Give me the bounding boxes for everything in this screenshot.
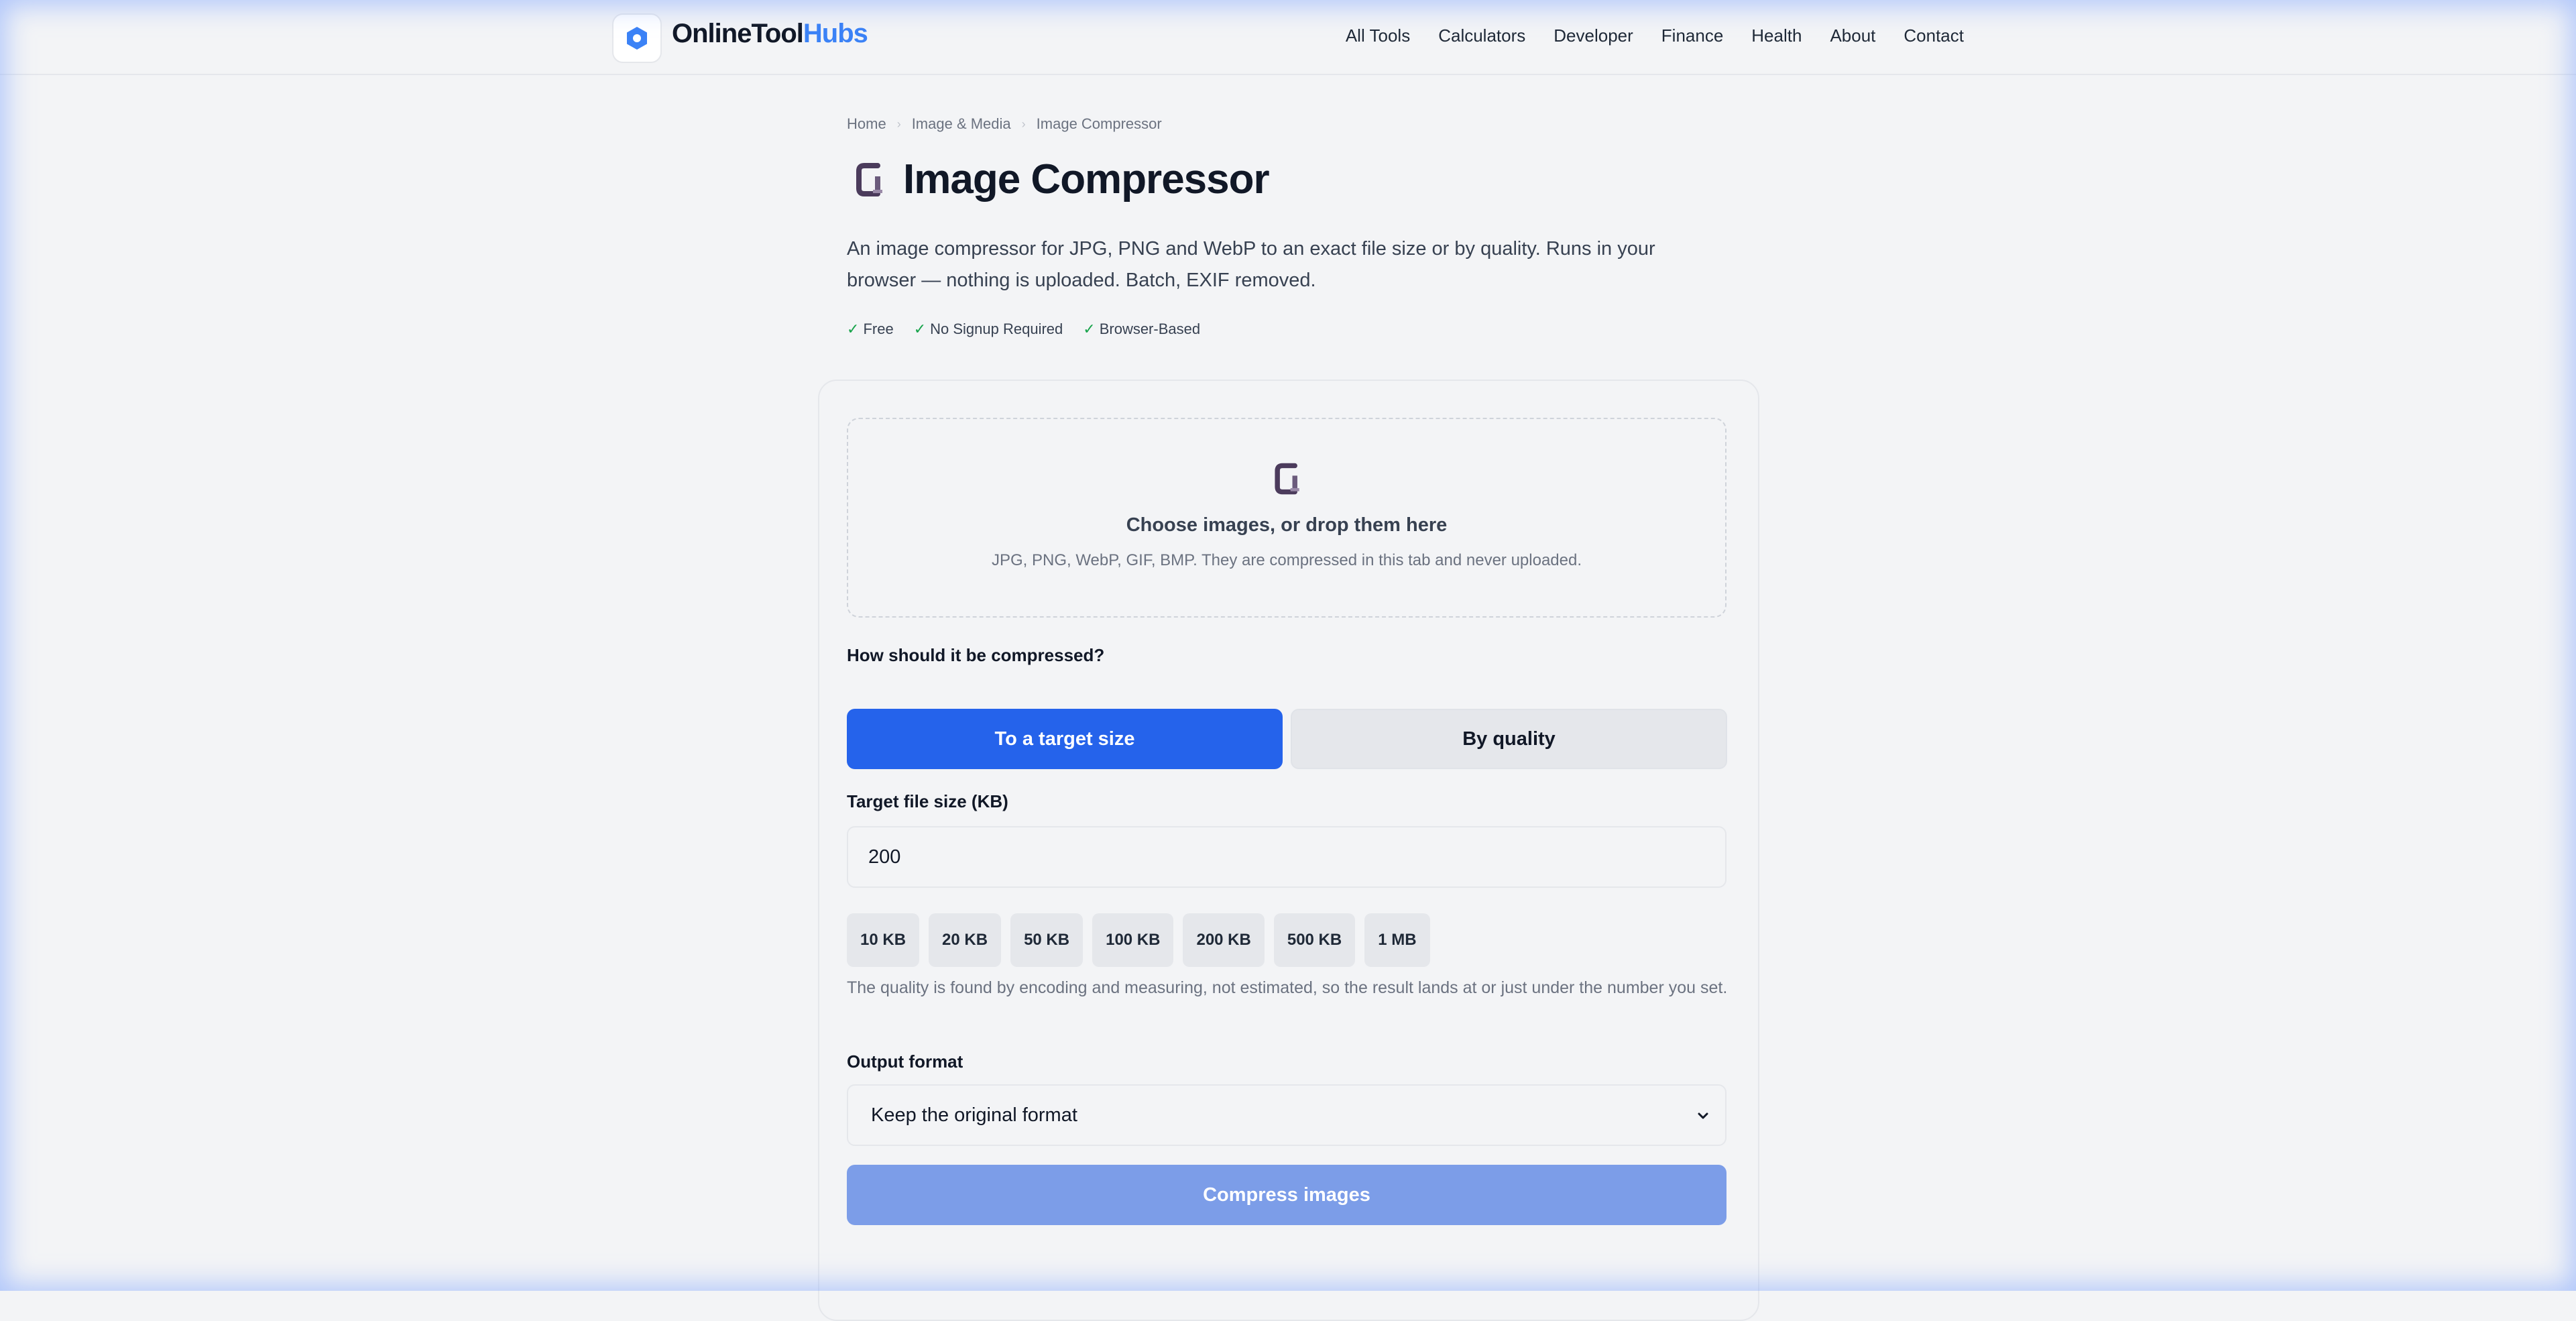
breadcrumb-separator-icon: › [1021,117,1026,131]
page-title-row: Image Compressor [855,156,1270,203]
page-description: An image compressor for JPG, PNG and Web… [847,238,1655,291]
badge-label: Free [863,321,894,337]
target-size-mode-button[interactable]: To a target size [847,709,1283,769]
site-header: OnlineToolHubs All Tools Calculators Dev… [0,0,2576,75]
nav-about[interactable]: About [1830,25,1875,46]
target-size-label: Target file size (KB) [847,791,1008,811]
target-size-hint: The quality is found by encoding and mea… [847,978,1728,997]
breadcrumb: Home › Image & Media › Image Compressor [847,115,1162,133]
nav-finance[interactable]: Finance [1661,25,1724,46]
image-dropzone[interactable]: Choose images, or drop them here JPG, PN… [847,418,1726,618]
badge-free: ✓ Free [847,321,894,338]
output-format-value: Keep the original format [871,1104,1077,1126]
breadcrumb-image-media[interactable]: Image & Media [912,115,1011,133]
breadcrumb-separator-icon: › [896,117,901,131]
compression-mode-label: How should it be compressed? [847,645,1105,665]
badge-label: No Signup Required [930,321,1063,337]
clamp-icon [856,162,882,196]
nav-health[interactable]: Health [1751,25,1802,46]
main-nav: All Tools Calculators Developer Finance … [1346,25,1964,46]
breadcrumb-home[interactable]: Home [847,115,886,133]
feature-badges: ✓ Free ✓ No Signup Required ✓ Browser-Based [847,321,1200,338]
badge-no-signup: ✓ No Signup Required [914,321,1063,338]
nav-developer[interactable]: Developer [1554,25,1633,46]
check-icon: ✓ [913,321,927,337]
preset-10kb-button[interactable]: 10 KB [847,913,920,967]
site-logo[interactable]: OnlineToolHubs [672,19,868,49]
preset-500kb-button[interactable]: 500 KB [1273,913,1356,967]
preset-50kb-button[interactable]: 50 KB [1010,913,1084,967]
preset-200kb-button[interactable]: 200 KB [1183,913,1265,967]
badge-label: Browser-Based [1099,321,1201,337]
check-icon: ✓ [847,321,860,337]
dropzone-subtitle: JPG, PNG, WebP, GIF, BMP. They are compr… [991,551,1582,569]
preset-1mb-button[interactable]: 1 MB [1364,913,1430,967]
logo-icon[interactable] [612,13,662,63]
dropzone-title: Choose images, or drop them here [1126,514,1448,536]
preset-20kb-button[interactable]: 20 KB [929,913,1002,967]
target-size-input[interactable]: 200 [847,826,1726,888]
chevron-down-icon [1698,1112,1708,1119]
check-icon: ✓ [1083,321,1096,337]
size-presets: 10 KB 20 KB 50 KB 100 KB 200 KB 500 KB 1… [847,913,1430,967]
logo-text-main: OnlineTool [672,19,804,48]
nav-calculators[interactable]: Calculators [1438,25,1525,46]
nav-contact[interactable]: Contact [1904,25,1964,46]
output-format-select[interactable]: Keep the original format [847,1084,1726,1146]
quality-mode-button[interactable]: By quality [1291,709,1727,769]
page-title: Image Compressor [903,156,1270,203]
clamp-icon [1275,463,1299,495]
compress-images-button[interactable]: Compress images [847,1165,1726,1225]
logo-text-accent: Hubs [803,19,868,48]
output-format-label: Output format [847,1051,963,1072]
breadcrumb-current: Image Compressor [1036,115,1162,132]
preset-100kb-button[interactable]: 100 KB [1092,913,1174,967]
badge-browser-based: ✓ Browser-Based [1083,321,1200,338]
nav-all-tools[interactable]: All Tools [1346,25,1410,46]
